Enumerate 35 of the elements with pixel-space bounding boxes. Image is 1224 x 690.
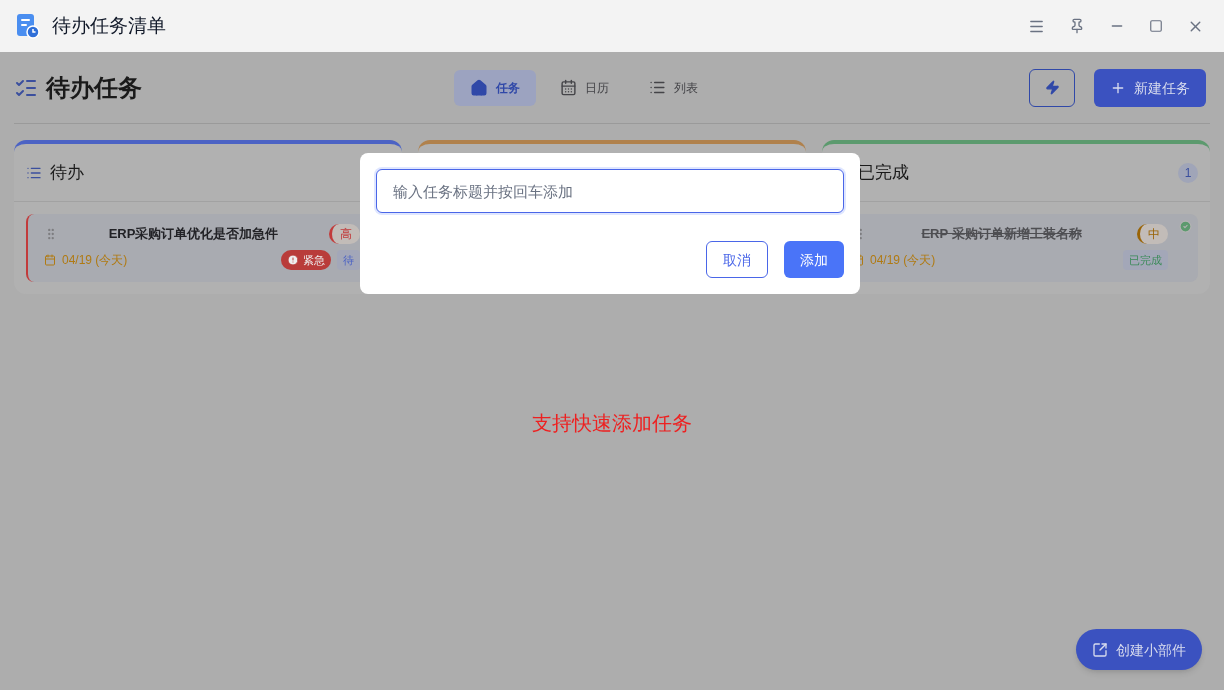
new-task-button[interactable]: 新建任务 <box>1094 68 1206 107</box>
home-icon <box>470 78 488 97</box>
quick-add-button[interactable] <box>1029 68 1075 107</box>
count-badge: 1 <box>1178 162 1198 183</box>
window-title: 待办任务清单 <box>52 13 166 38</box>
view-tab[interactable]: 列表 <box>633 69 714 106</box>
caption-text: 支持快速添加任务 <box>531 411 693 436</box>
view-tab[interactable]: 任务 <box>454 69 536 106</box>
status-tag: 已完成 <box>1123 250 1168 270</box>
due-date: 04/19 (今天) <box>62 252 128 268</box>
column-title: 已完成 <box>858 161 909 184</box>
urgent-tag: 紧急 <box>281 250 331 270</box>
task-title: ERP 采购订单新增工装名称 <box>920 225 1083 244</box>
calendar-icon <box>44 254 56 266</box>
create-widget-button[interactable]: 创建小部件 <box>1076 629 1202 670</box>
task-title-input[interactable]: 输入任务标题并按回车添加 <box>376 169 844 213</box>
pin-icon[interactable] <box>1069 18 1085 34</box>
status-tag: 待 <box>337 250 360 270</box>
column-title: 待办 <box>50 161 84 184</box>
page-title: 待办任务 <box>46 72 142 103</box>
app-logo-icon <box>16 13 40 39</box>
priority-tag: 中 <box>1137 224 1168 244</box>
external-link-icon <box>1092 641 1108 658</box>
due-date: 04/19 (今天) <box>870 252 936 268</box>
task-title: ERP采购订单优化是否加急件 <box>107 225 280 244</box>
alert-icon <box>287 254 299 266</box>
maximize-icon[interactable] <box>1149 19 1163 33</box>
view-tab[interactable]: 日历 <box>544 69 625 106</box>
cancel-button[interactable]: 取消 <box>706 241 768 278</box>
calendar-icon <box>560 79 577 96</box>
lightning-icon <box>1044 80 1060 95</box>
add-button[interactable]: 添加 <box>784 241 844 278</box>
priority-tag: 高 <box>329 224 360 244</box>
list-icon <box>649 79 666 96</box>
check-icon <box>1179 220 1192 233</box>
